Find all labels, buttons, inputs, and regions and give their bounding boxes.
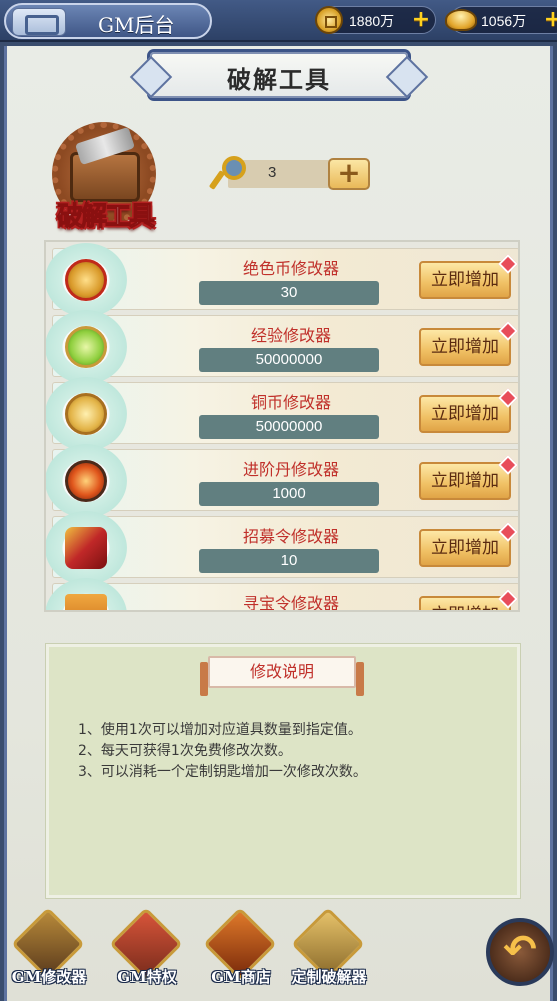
scroll-rod-right — [356, 662, 364, 696]
top-bar: GM后台 1880万 + 1056万 + — [0, 0, 557, 42]
increase-button[interactable]: 立即增加 — [419, 596, 511, 610]
toolbox-emblem: 破解工具 — [40, 122, 170, 234]
description-line: 2、每天可获得1次免费修改次数。 — [78, 743, 292, 759]
description-text: 1、使用1次可以增加对应道具数量到指定值。 2、每天可获得1次免费修改次数。 3… — [78, 720, 498, 783]
bottom-nav: GM修改器 GM特权 GM商店 定制破解器 — [0, 907, 557, 1001]
description-title-scroll: 修改说明 — [194, 656, 370, 696]
list-item: 寻宝令修改器 立即增加 — [46, 578, 518, 612]
list-item: 进阶丹修改器 1000 立即增加 — [46, 444, 518, 518]
gm-backend-tab[interactable]: GM后台 — [4, 3, 212, 39]
increase-button[interactable]: 立即增加 — [419, 395, 511, 433]
ingot-icon — [445, 9, 477, 31]
item-value: 10 — [199, 549, 379, 573]
nav-custom-cracker[interactable]: 定制破解器 — [284, 907, 368, 1000]
nav-label: GM商店 — [211, 968, 271, 986]
back-button[interactable]: ↶ — [486, 918, 554, 986]
item-name: 招募令修改器 — [242, 527, 339, 546]
add-key-button[interactable]: + — [328, 158, 370, 190]
item-name: 铜币修改器 — [250, 393, 331, 412]
item-name: 进阶丹修改器 — [242, 460, 339, 479]
nav-gm-modifier[interactable]: GM修改器 — [4, 907, 88, 1000]
treasure-token-icon — [65, 594, 107, 610]
item-name: 经验修改器 — [250, 326, 331, 345]
panel-title-text: 破解工具 — [227, 65, 331, 94]
description-line: 1、使用1次可以增加对应道具数量到指定值。 — [78, 722, 362, 738]
nav-gm-privilege[interactable]: GM特权 — [102, 907, 186, 1000]
description-title: 修改说明 — [208, 656, 356, 688]
beauty-coin-icon — [65, 259, 107, 301]
toolbox-label: 破解工具 — [56, 202, 155, 233]
coin-currency: 1880万 + — [315, 6, 436, 34]
list-item: 经验修改器 50000000 立即增加 — [46, 310, 518, 384]
modifier-list[interactable]: 绝色币修改器 30 立即增加 经验修改器 50000000 立即增加 铜币修改器… — [44, 240, 520, 612]
description-line: 3、可以消耗一个定制钥匙增加一次修改次数。 — [78, 764, 367, 780]
exp-icon — [65, 326, 107, 368]
increase-button[interactable]: 立即增加 — [419, 261, 511, 299]
list-item: 铜币修改器 50000000 立即增加 — [46, 377, 518, 451]
add-ingot-button[interactable]: + — [543, 9, 557, 31]
copper-coin-icon — [65, 393, 107, 435]
recruit-token-icon — [65, 527, 107, 569]
add-coin-button[interactable]: + — [411, 9, 431, 31]
increase-button[interactable]: 立即增加 — [419, 462, 511, 500]
scroll-rod-left — [200, 662, 208, 696]
nav-gm-shop[interactable]: GM商店 — [196, 907, 280, 1000]
item-value: 1000 — [199, 482, 379, 506]
ingot-amount: 1056万 — [481, 13, 527, 29]
nav-label: GM特权 — [117, 968, 177, 986]
coin-icon — [315, 6, 343, 34]
increase-button[interactable]: 立即增加 — [419, 529, 511, 567]
toolbox-icon — [70, 152, 140, 202]
list-item: 绝色币修改器 30 立即增加 — [46, 243, 518, 317]
coin-amount: 1880万 — [349, 13, 395, 29]
increase-button[interactable]: 立即增加 — [419, 328, 511, 366]
list-item: 招募令修改器 10 立即增加 — [46, 511, 518, 585]
item-name: 寻宝令修改器 — [242, 594, 339, 612]
item-value: 30 — [199, 281, 379, 305]
advance-pill-icon — [65, 460, 107, 502]
gm-backend-title: GM后台 — [98, 13, 175, 37]
item-name: 绝色币修改器 — [242, 259, 339, 278]
nav-label: 定制破解器 — [291, 968, 367, 986]
key-icon — [208, 154, 246, 190]
panel-title: 破解工具 — [150, 52, 408, 98]
key-count: 3 — [268, 164, 277, 181]
item-value: 50000000 — [199, 415, 379, 439]
nav-label: GM修改器 — [11, 968, 87, 986]
home-icon[interactable] — [12, 8, 66, 36]
item-value: 50000000 — [199, 348, 379, 372]
ingot-currency: 1056万 + — [445, 6, 557, 34]
